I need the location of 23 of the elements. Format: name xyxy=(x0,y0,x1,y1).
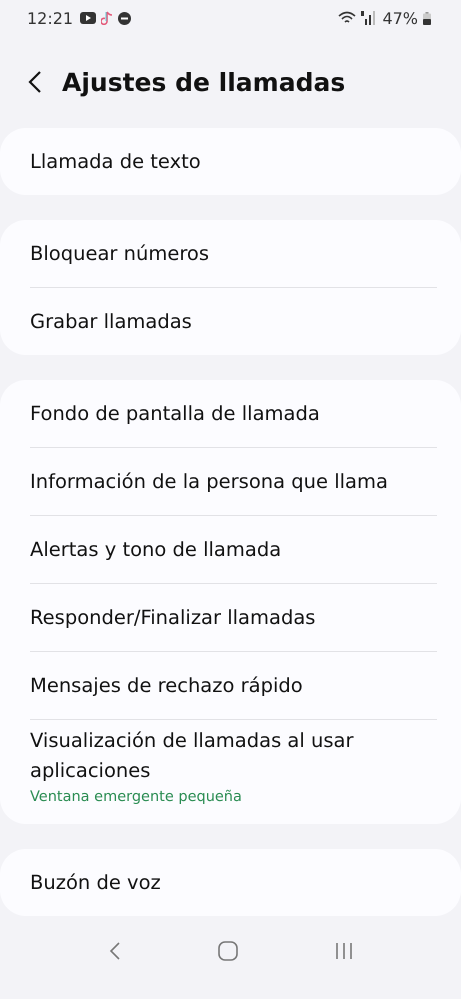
settings-item[interactable]: Visualización de llamadas al usar aplicaciones Ventana emergente pequeña xyxy=(0,720,461,824)
do-not-disturb-icon xyxy=(118,12,132,24)
settings-item[interactable]: Responder/Finalizar llamadas xyxy=(0,584,461,651)
recent-apps-icon[interactable] xyxy=(334,942,352,960)
settings-item[interactable]: Alertas y tono de llamada xyxy=(0,516,461,583)
settings-item[interactable]: Grabar llamadas xyxy=(0,288,461,355)
signal-icon xyxy=(361,11,376,25)
wifi-icon xyxy=(338,11,356,25)
settings-item[interactable]: Información de la persona que llama xyxy=(0,448,461,515)
settings-item[interactable]: Buzón de voz xyxy=(0,849,461,916)
back-button[interactable] xyxy=(28,70,42,94)
status-time: 12:21 xyxy=(27,8,74,28)
video-icon xyxy=(80,12,96,24)
home-icon[interactable] xyxy=(218,941,238,961)
settings-item[interactable]: Bloquear números xyxy=(0,220,461,287)
battery-icon xyxy=(423,12,431,24)
music-note-icon xyxy=(101,11,114,25)
settings-item[interactable]: Fondo de pantalla de llamada xyxy=(0,380,461,447)
battery-percentage: 47% xyxy=(382,8,418,28)
back-icon[interactable] xyxy=(108,941,120,961)
page-title: Ajustes de llamadas xyxy=(62,68,346,96)
settings-item[interactable]: Llamada de texto xyxy=(0,128,461,195)
settings-item[interactable]: Mensajes de rechazo rápido xyxy=(0,652,461,719)
